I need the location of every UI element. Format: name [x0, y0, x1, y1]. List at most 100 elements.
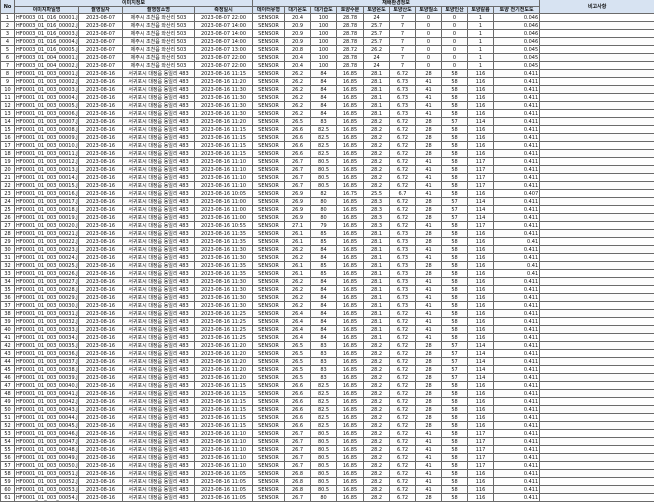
cell-capture-location: 서귀포시 대정읍 동일리 483 — [123, 134, 195, 142]
cell-remark — [540, 326, 654, 334]
cell-soil-nitrogen: 28 — [416, 382, 442, 390]
cell-air-temp: 26.1 — [285, 230, 311, 238]
cell-image-filename: HF0001_01_003_00044.JPG — [15, 414, 79, 422]
table-row: 46HF0001_01_003_00039.JPG2023-08-16서귀포시 … — [1, 374, 654, 382]
cell-soil-phosphorus: 58 — [442, 422, 468, 430]
cell-measured-at: 2023-08-16 11:15 — [195, 422, 253, 430]
cell-soil-ec: 0.411 — [494, 134, 540, 142]
table-row: 41HF0001_01_003_00034.JPG2023-08-16서귀포시 … — [1, 334, 654, 342]
cell-soil-ph: 6.72 — [390, 174, 416, 182]
cell-image-filename: HF0003_01_016_00004.JPG — [15, 38, 79, 46]
cell-air-humidity: 84 — [311, 318, 337, 326]
cell-soil-moisture: 16.85 — [337, 382, 364, 390]
cell-capture-location: 서귀포시 대정읍 동일리 483 — [123, 102, 195, 110]
cell-soil-ph: 6.72 — [390, 318, 416, 326]
cell-row-number: 30 — [1, 246, 15, 254]
header-soil-ec: 토양 전기전도도 — [494, 7, 540, 14]
cell-soil-ec: 0.411 — [494, 182, 540, 190]
cell-measured-at: 2023-08-16 11:00 — [195, 214, 253, 222]
cell-capture-location: 서귀포시 대정읍 동일리 483 — [123, 230, 195, 238]
cell-image-filename: HF0003_01_016_00005.JPG — [15, 46, 79, 54]
cell-soil-potassium: 117 — [468, 182, 494, 190]
cell-soil-ph: 6.72 — [390, 382, 416, 390]
cell-air-humidity: 84 — [311, 302, 337, 310]
cell-capture-location: 서귀포시 대정읍 동일리 483 — [123, 310, 195, 318]
cell-row-number: 25 — [1, 206, 15, 214]
cell-data-type: SENSOR — [253, 118, 285, 126]
cell-soil-moisture: 28.78 — [337, 62, 364, 70]
cell-image-filename: HF0001_01_003_00030.JPG — [15, 302, 79, 310]
cell-capture-date: 2023-08-16 — [79, 278, 123, 286]
cell-soil-potassium: 116 — [468, 422, 494, 430]
cell-capture-location: 서귀포시 대정읍 동일리 483 — [123, 190, 195, 198]
cell-soil-temp: 28.1 — [364, 94, 390, 102]
cell-soil-phosphorus: 58 — [442, 94, 468, 102]
cell-row-number: 42 — [1, 342, 15, 350]
cell-measured-at: 2023-08-16 11:30 — [195, 294, 253, 302]
cell-soil-ph: 6.72 — [390, 182, 416, 190]
cell-soil-phosphorus: 58 — [442, 86, 468, 94]
cell-capture-date: 2023-08-16 — [79, 110, 123, 118]
table-row: 21HF0001_01_003_00014.JPG2023-08-16서귀포시 … — [1, 174, 654, 182]
cell-capture-location: 제주시 조천읍 와산리 503 — [123, 38, 195, 46]
table-row: 26HF0001_01_003_00019.JPG2023-08-16서귀포시 … — [1, 214, 654, 222]
table-row: 6HF0003_01_004_00001.JPG2023-08-07제주시 조천… — [1, 54, 654, 62]
cell-soil-moisture: 16.85 — [337, 102, 364, 110]
cell-row-number: 19 — [1, 158, 15, 166]
cell-measured-at: 2023-08-16 11:15 — [195, 390, 253, 398]
cell-capture-location: 서귀포시 대정읍 동일리 483 — [123, 198, 195, 206]
cell-air-humidity: 80.5 — [311, 158, 337, 166]
cell-capture-date: 2023-08-16 — [79, 182, 123, 190]
cell-image-filename: HF0001_01_003_00020.JPG — [15, 222, 79, 230]
cell-capture-date: 2023-08-07 — [79, 22, 123, 30]
cell-data-type: SENSOR — [253, 486, 285, 494]
cell-capture-date: 2023-08-16 — [79, 438, 123, 446]
cell-capture-date: 2023-08-16 — [79, 398, 123, 406]
cell-measured-at: 2023-08-07 22:00 — [195, 54, 253, 62]
cell-soil-temp: 28.3 — [364, 206, 390, 214]
cell-air-temp: 26.2 — [285, 86, 311, 94]
cell-soil-ph: 6.72 — [390, 358, 416, 366]
cell-air-temp: 26.6 — [285, 422, 311, 430]
cell-capture-location: 서귀포시 대정읍 동일리 483 — [123, 334, 195, 342]
cell-soil-ec: 0.411 — [494, 446, 540, 454]
cell-air-humidity: 100 — [311, 30, 337, 38]
cell-remark — [540, 94, 654, 102]
cell-measured-at: 2023-08-16 11:35 — [195, 230, 253, 238]
cell-remark — [540, 230, 654, 238]
cell-soil-nitrogen: 0 — [416, 14, 442, 22]
cell-soil-phosphorus: 57 — [442, 206, 468, 214]
cell-remark — [540, 478, 654, 486]
cell-soil-temp: 28.1 — [364, 270, 390, 278]
cell-soil-nitrogen: 41 — [416, 158, 442, 166]
cell-capture-location: 서귀포시 대정읍 동일리 483 — [123, 78, 195, 86]
cell-soil-temp: 28.2 — [364, 398, 390, 406]
cell-soil-potassium: 117 — [468, 446, 494, 454]
cell-measured-at: 2023-08-16 11:05 — [195, 486, 253, 494]
cell-soil-nitrogen: 28 — [416, 366, 442, 374]
cell-soil-nitrogen: 41 — [416, 454, 442, 462]
cell-row-number: 53 — [1, 430, 15, 438]
cell-soil-potassium: 116 — [468, 262, 494, 270]
cell-soil-temp: 28.3 — [364, 214, 390, 222]
cell-measured-at: 2023-08-16 11:25 — [195, 310, 253, 318]
cell-soil-nitrogen: 28 — [416, 134, 442, 142]
cell-remark — [540, 270, 654, 278]
cell-soil-phosphorus: 58 — [442, 446, 468, 454]
table-row: 52HF0001_01_003_00045.JPG2023-08-16서귀포시 … — [1, 422, 654, 430]
cell-measured-at: 2023-08-16 11:10 — [195, 430, 253, 438]
table-row: 18HF0001_01_003_00011.JPG2023-08-16서귀포시 … — [1, 150, 654, 158]
cell-soil-phosphorus: 58 — [442, 462, 468, 470]
cell-soil-phosphorus: 58 — [442, 390, 468, 398]
cell-row-number: 6 — [1, 54, 15, 62]
cell-data-type: SENSOR — [253, 238, 285, 246]
cell-remark — [540, 278, 654, 286]
cell-row-number: 50 — [1, 406, 15, 414]
cell-soil-nitrogen: 41 — [416, 294, 442, 302]
cell-air-temp: 26.5 — [285, 374, 311, 382]
cell-capture-date: 2023-08-16 — [79, 286, 123, 294]
cell-soil-potassium: 116 — [468, 134, 494, 142]
cell-soil-temp: 25.7 — [364, 38, 390, 46]
cell-capture-date: 2023-08-16 — [79, 350, 123, 358]
cell-soil-ec: 0.411 — [494, 142, 540, 150]
